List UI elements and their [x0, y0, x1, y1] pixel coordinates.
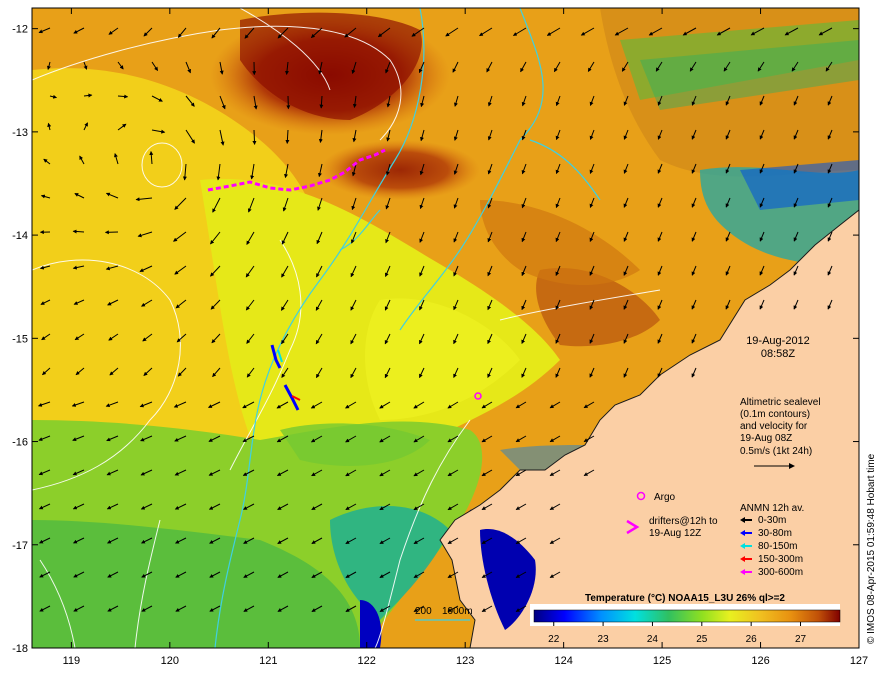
anmn-legend-label: 0-30m [758, 515, 786, 526]
lon-tick-label: 123 [456, 655, 474, 667]
anmn-legend-label: 80-150m [758, 541, 797, 552]
anmn-legend-title: ANMN 12h av. [740, 503, 804, 514]
lon-tick-label: 126 [751, 655, 769, 667]
colorbar-tick-label: 26 [746, 634, 758, 645]
time-label: 08:58Z [761, 348, 796, 360]
lat-tick-label: -18 [12, 643, 28, 655]
colorbar-title: Temperature (°C) NOAA15_L3U 26% ql>=2 [585, 593, 785, 604]
lon-tick-label: 119 [63, 655, 81, 667]
lat-tick-label: -12 [12, 24, 28, 36]
anmn-legend-label: 300-600m [758, 567, 803, 578]
colorbar-tick-label: 22 [548, 634, 560, 645]
bathy-200-label: 200 [415, 606, 432, 617]
colorbar-tick-label: 23 [598, 634, 610, 645]
anmn-legend-label: 150-300m [758, 554, 803, 565]
lat-tick-label: -15 [12, 333, 28, 345]
lon-tick-label: 122 [358, 655, 376, 667]
velocity-arrow [252, 129, 257, 145]
lat-tick-label: -16 [12, 437, 28, 449]
credit-label: © IMOS 08-Apr-2015 01:59:48 Hobart time [866, 453, 877, 644]
sst-field [32, 8, 859, 648]
sst-map: 119 120 121 122 123 124 125 126 127 -12 -13 -14 -15… [12, 7, 877, 667]
lon-tick-label: 121 [259, 655, 277, 667]
velocity-arrow [72, 229, 85, 234]
altimetry-line-2: (0.1m contours) [740, 409, 810, 420]
colorbar-tick-label: 27 [795, 634, 807, 645]
lon-tick-label: 124 [554, 655, 572, 667]
lon-tick-label: 127 [850, 655, 868, 667]
drifters-line-1: drifters@12h to [649, 516, 718, 527]
drifters-line-2: 19-Aug 12Z [649, 528, 701, 539]
anmn-legend-label: 30-80m [758, 528, 792, 539]
colorbar-tick-label: 25 [696, 634, 708, 645]
lat-tick-label: -14 [12, 230, 28, 242]
bathy-1000-label: 1000m [442, 606, 473, 617]
lon-tick-label: 125 [653, 655, 671, 667]
date-label: 19-Aug-2012 [746, 335, 810, 347]
altimetry-line-3: and velocity for [740, 421, 808, 432]
altimetry-line-1: Altimetric sealevel [740, 397, 821, 408]
lat-tick-label: -17 [12, 540, 28, 552]
altimetry-line-5: 0.5m/s (1kt 24h) [740, 446, 812, 457]
lon-tick-label: 120 [161, 655, 179, 667]
altimetry-line-4: 19-Aug 08Z [740, 433, 792, 444]
argo-label: Argo [654, 492, 676, 503]
colorbar-gradient [533, 609, 841, 623]
lat-tick-label: -13 [12, 127, 28, 139]
colorbar-tick-label: 24 [647, 634, 659, 645]
